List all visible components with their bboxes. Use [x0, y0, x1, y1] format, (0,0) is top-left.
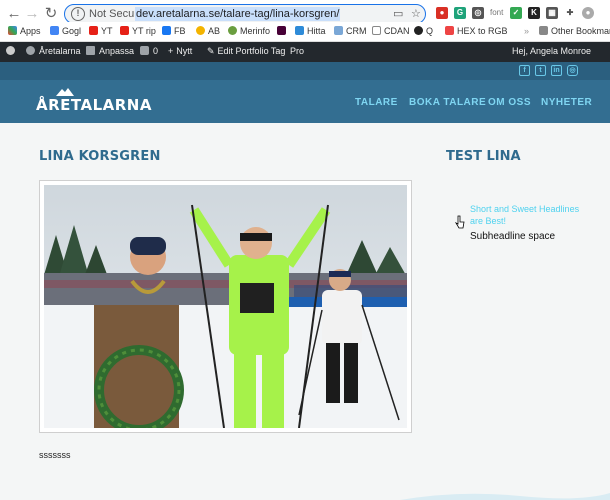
admin-greeting[interactable]: Hej, Angela Monroe [512, 46, 591, 56]
other-bookmarks[interactable]: Other Bookmarks [539, 26, 610, 36]
bookmark-q[interactable]: Q [414, 26, 433, 36]
bookmarks-bar: Apps Gogl YT YT rip FB AB Merinfo Hitta … [0, 22, 610, 42]
sidebar-subheadline: Subheadline space [470, 231, 556, 242]
menu-boka-talare[interactable]: BOKA TALARE [409, 97, 486, 108]
bookmark-merinfo[interactable]: Merinfo [228, 26, 270, 36]
pencil-icon: ✎ [207, 46, 215, 56]
menu-talare[interactable]: TALARE [355, 97, 398, 108]
extension-grid-icon[interactable]: ▦ [546, 7, 558, 19]
reload-icon[interactable]: ↻ [41, 4, 61, 24]
hitta-icon [295, 26, 304, 35]
bookmark-yt[interactable]: YT [89, 26, 113, 36]
forward-icon[interactable]: → [22, 4, 42, 24]
dashboard-icon [26, 46, 35, 55]
sidebar-headline[interactable]: Short and Sweet Headlines are Best! [470, 203, 580, 227]
logo-mountain-icon [56, 88, 74, 96]
plus-icon: + [168, 46, 174, 56]
star-icon[interactable]: ☆ [411, 7, 421, 20]
bookmark-hex-to-rgb[interactable]: HEX to RGB [445, 26, 508, 36]
facebook-icon[interactable]: f [519, 65, 530, 76]
url-text[interactable]: dev.aretalarna.se/talare-tag/lina-korsgr… [135, 7, 341, 21]
extensions-puzzle-icon[interactable]: ✚ [564, 7, 576, 19]
linkedin-icon[interactable]: in [551, 65, 562, 76]
location-icon [196, 26, 205, 35]
bookmark-xd[interactable] [277, 26, 289, 36]
site-logo[interactable]: ÅRETALARNA [36, 96, 152, 114]
featured-photo [39, 180, 412, 433]
facebook-icon [162, 26, 171, 35]
menu-om-oss[interactable]: OM OSS [488, 97, 531, 108]
hex-icon [445, 26, 454, 35]
admin-new[interactable]: + Nytt [168, 46, 192, 56]
bookmark-gogl[interactable]: Gogl [50, 26, 81, 36]
address-bar[interactable]: ! Not Secure dev.aretalarna.se/talare-ta… [64, 4, 426, 24]
font-extension-icon[interactable]: font [490, 7, 503, 19]
extension-red-icon[interactable]: ● [436, 7, 448, 19]
footer-wave-decoration [400, 493, 610, 500]
google-icon [50, 26, 59, 35]
pointer-cursor-icon [455, 215, 465, 229]
crm-icon [334, 26, 343, 35]
bookmark-cdan[interactable]: CDAN [372, 26, 410, 36]
admin-site-name[interactable]: Åretalarna [26, 46, 81, 56]
bookmark-yt-rip[interactable]: YT rip [120, 26, 156, 36]
merinfo-icon [228, 26, 237, 35]
skier-photo [44, 185, 407, 428]
xd-icon [277, 26, 286, 35]
folder-icon [539, 26, 548, 35]
site-header: ÅRETALARNA TALARE BOKA TALARE OM OSS NYH… [0, 80, 610, 123]
admin-pro[interactable]: Pro [290, 46, 304, 56]
sidebar-title: TEST LINA [446, 149, 521, 164]
admin-customize[interactable]: Anpassa [86, 46, 134, 56]
profile-avatar-icon[interactable]: ● [582, 7, 594, 19]
cast-icon[interactable]: ▭ [393, 7, 403, 20]
bookmark-crm[interactable]: CRM [334, 26, 367, 36]
bookmark-hitta[interactable]: Hitta [295, 26, 326, 36]
back-icon[interactable]: ← [4, 4, 24, 24]
brush-icon [86, 46, 95, 55]
instagram-icon[interactable]: ◎ [567, 65, 578, 76]
extension-circle-icon[interactable]: ◎ [472, 7, 484, 19]
comment-icon [140, 46, 149, 55]
social-bar: f t in ◎ [0, 62, 610, 80]
admin-edit-tag[interactable]: ✎ Edit Portfolio Tag [207, 46, 285, 57]
more-bookmarks-icon[interactable]: » [524, 26, 529, 36]
menu-nyheter[interactable]: NYHETER [541, 97, 592, 108]
page-content: LINA KORSGREN TEST LINA sssssss Short an… [0, 123, 610, 500]
page-title: LINA KORSGREN [39, 149, 161, 164]
bookmark-ab[interactable]: AB [196, 26, 220, 36]
bookmark-fb[interactable]: FB [162, 26, 186, 36]
youtube-icon [120, 26, 129, 35]
extension-shield-icon[interactable]: ✓ [510, 7, 522, 19]
post-body-text: sssssss [39, 450, 71, 460]
info-icon[interactable]: ! [71, 7, 85, 21]
wp-admin-bar: Åretalarna Anpassa 0 + Nytt ✎ Edit Portfol… [0, 42, 610, 62]
youtube-icon [89, 26, 98, 35]
wordpress-icon[interactable] [6, 46, 19, 56]
page-icon [372, 26, 381, 35]
q-icon [414, 26, 423, 35]
extension-k-icon[interactable]: K [528, 7, 540, 19]
extension-green-icon[interactable]: G [454, 7, 466, 19]
apps-icon [8, 26, 17, 35]
twitter-icon[interactable]: t [535, 65, 546, 76]
admin-comments[interactable]: 0 [140, 46, 158, 56]
bookmark-apps[interactable]: Apps [8, 26, 41, 36]
